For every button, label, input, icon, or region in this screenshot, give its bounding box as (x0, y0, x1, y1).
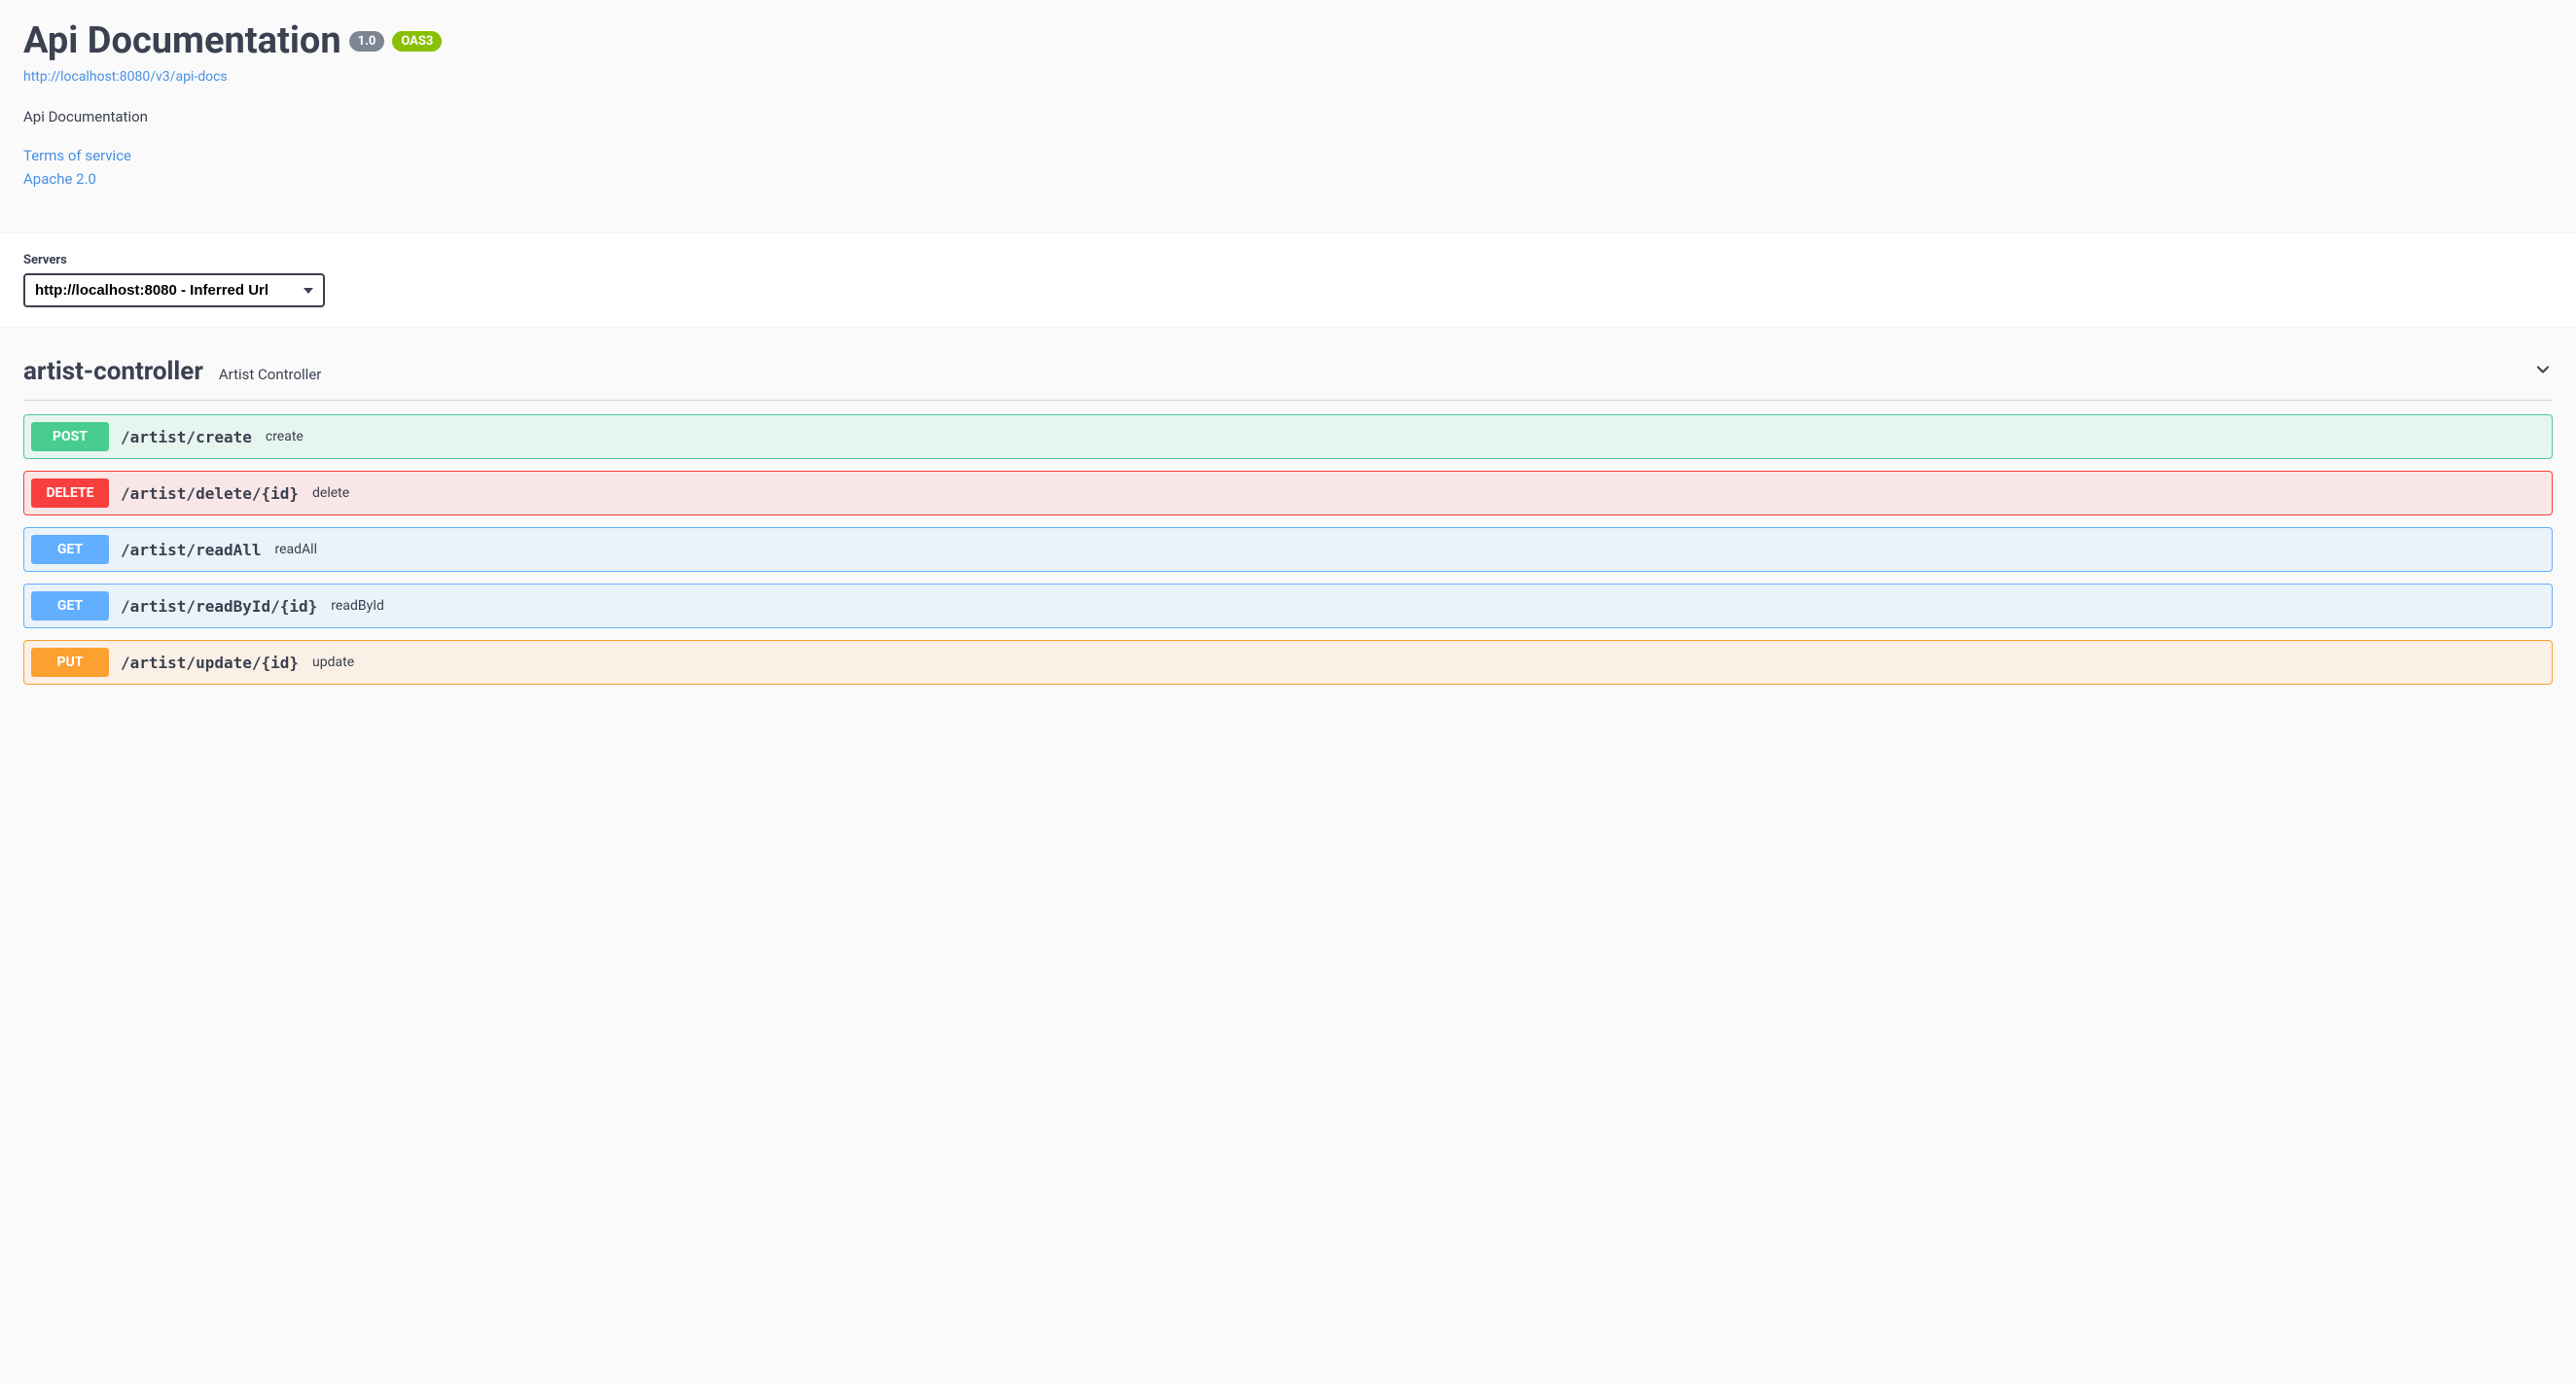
operation-path: /artist/update/{id} (121, 654, 299, 672)
method-badge: GET (31, 591, 109, 621)
api-title: Api Documentation (23, 19, 341, 62)
controllers-section: artist-controller Artist Controller POST… (0, 328, 2576, 726)
license-link[interactable]: Apache 2.0 (23, 170, 2553, 188)
operation-path: /artist/readAll (121, 541, 262, 559)
server-select[interactable]: http://localhost:8080 - Inferred Url (23, 273, 325, 307)
servers-section: Servers http://localhost:8080 - Inferred… (0, 232, 2576, 328)
method-badge: PUT (31, 648, 109, 677)
controller-name: artist-controller (23, 357, 203, 386)
terms-of-service-link[interactable]: Terms of service (23, 147, 2553, 164)
operation-path: /artist/delete/{id} (121, 484, 299, 503)
controller-title-wrap: artist-controller Artist Controller (23, 357, 321, 386)
operation-summary: create (266, 429, 304, 444)
servers-label: Servers (23, 253, 2553, 267)
operation-row[interactable]: POST/artist/create create (23, 414, 2553, 459)
api-docs-url-link[interactable]: http://localhost:8080/v3/api-docs (23, 69, 228, 85)
title-row: Api Documentation 1.0 OAS3 (23, 19, 2553, 62)
operation-row[interactable]: GET/artist/readAll readAll (23, 527, 2553, 572)
operation-row[interactable]: PUT/artist/update/{id} update (23, 640, 2553, 685)
server-select-wrapper: http://localhost:8080 - Inferred Url (23, 273, 325, 307)
operation-path: /artist/create (121, 428, 252, 446)
controller-description: Artist Controller (219, 366, 322, 383)
operations-list: POST/artist/create create DELETE/artist/de… (23, 414, 2553, 685)
method-badge: GET (31, 535, 109, 564)
operation-summary: readAll (275, 542, 318, 557)
method-badge: DELETE (31, 479, 109, 508)
api-description: Api Documentation (23, 108, 2553, 125)
controller-header[interactable]: artist-controller Artist Controller (23, 357, 2553, 401)
oas-badge: OAS3 (392, 31, 442, 52)
header-section: Api Documentation 1.0 OAS3 http://localh… (0, 0, 2576, 232)
operation-summary: readById (331, 598, 384, 614)
version-badge: 1.0 (349, 31, 385, 52)
operation-summary: update (312, 655, 354, 670)
operation-summary: delete (312, 485, 349, 501)
method-badge: POST (31, 422, 109, 451)
chevron-down-icon (2533, 360, 2553, 383)
operation-path: /artist/readById/{id} (121, 597, 317, 616)
operation-row[interactable]: GET/artist/readById/{id} readById (23, 584, 2553, 628)
operation-row[interactable]: DELETE/artist/delete/{id} delete (23, 471, 2553, 515)
